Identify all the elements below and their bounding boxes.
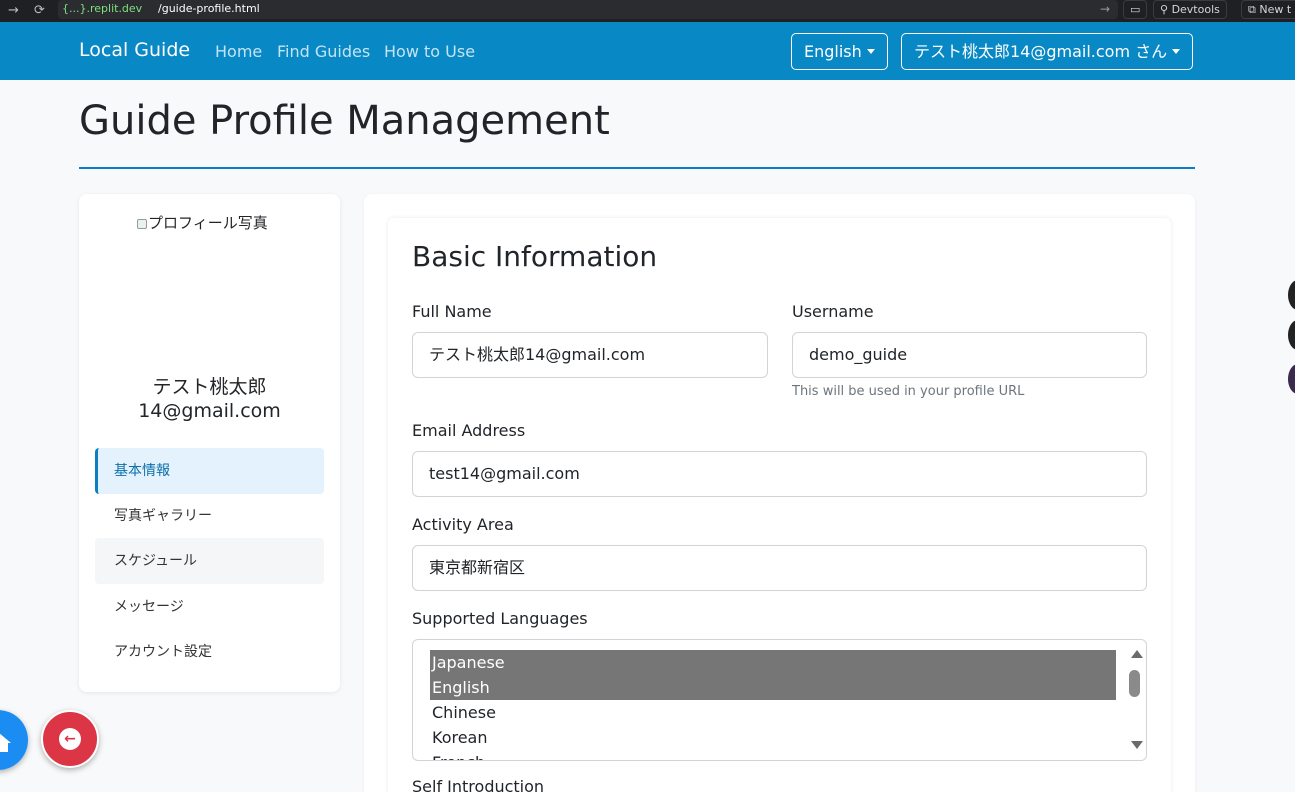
forward-arrow-icon[interactable]: → [8, 3, 19, 18]
screen-icon[interactable]: ▭ [1123, 0, 1147, 19]
brand-link[interactable]: Local Guide [79, 39, 190, 61]
browser-toolbar: → ⟳ {...}.replit.dev /guide-profile.html… [0, 0, 1295, 22]
full-name-label: Full Name [412, 302, 492, 321]
new-tab-button[interactable]: ⧉ New t [1241, 0, 1295, 19]
page-title: Guide Profile Management [79, 98, 610, 144]
email-input[interactable]: test14@gmail.com [412, 451, 1147, 497]
chevron-down-icon [866, 49, 875, 54]
username-help-text: This will be used in your profile URL [792, 384, 1025, 399]
go-arrow-icon[interactable]: → [1100, 2, 1110, 16]
section-title: Basic Information [412, 240, 658, 273]
sidebar-item-schedule[interactable]: スケジュール [95, 538, 324, 584]
arrow-left-icon: ← [59, 728, 81, 750]
languages-scrollbar[interactable] [1126, 640, 1146, 760]
user-dropdown[interactable]: テスト桃太郎14@gmail.com さん [901, 33, 1194, 70]
language-option-japanese[interactable]: Japanese [430, 650, 1116, 675]
email-label: Email Address [412, 421, 526, 440]
url-domain: {...}.replit.dev [62, 2, 143, 15]
url-path: /guide-profile.html [158, 2, 260, 15]
languages-multiselect[interactable]: Japanese English Chinese Korean French [412, 639, 1147, 761]
side-widget-dot[interactable] [1288, 280, 1295, 310]
user-label: テスト桃太郎14@gmail.com さん [914, 42, 1168, 61]
devtools-label: Devtools [1171, 3, 1220, 16]
nav-link-home[interactable]: Home [215, 42, 262, 61]
sidebar-item-photo-gallery[interactable]: 写真ギャラリー [95, 493, 324, 539]
profile-photo-alt: プロフィール写真 [148, 214, 268, 232]
sidebar-item-basic-info[interactable]: 基本情報 [95, 448, 324, 494]
languages-label: Supported Languages [412, 609, 588, 628]
profile-name-line1: テスト桃太郎 [152, 376, 267, 398]
reload-icon[interactable]: ⟳ [34, 3, 45, 18]
language-label: English [804, 42, 862, 61]
activity-area-label: Activity Area [412, 515, 514, 534]
side-widget-dot[interactable] [1288, 320, 1295, 350]
home-icon [0, 733, 11, 752]
full-name-input[interactable]: テスト桃太郎14@gmail.com [412, 332, 768, 378]
profile-name: テスト桃太郎 14@gmail.com [79, 375, 340, 423]
username-label: Username [792, 302, 874, 321]
new-tab-label: New t [1259, 3, 1292, 16]
language-option-french[interactable]: French [430, 750, 1116, 760]
language-option-korean[interactable]: Korean [430, 725, 1116, 750]
sidebar-item-messages[interactable]: メッセージ [95, 584, 324, 630]
sidebar-item-account-settings[interactable]: アカウント設定 [95, 629, 324, 675]
profile-name-line2: 14@gmail.com [138, 400, 281, 422]
nav-link-find-guides[interactable]: Find Guides [277, 42, 370, 61]
self-intro-label: Self Introduction [412, 777, 545, 792]
home-fab-button[interactable] [0, 710, 28, 770]
side-widget-dot[interactable] [1288, 364, 1295, 394]
language-option-english[interactable]: English [430, 675, 1116, 700]
chevron-down-icon [1172, 49, 1181, 54]
top-navbar: Local Guide Home Find Guides How to Use … [0, 22, 1295, 80]
devtools-button[interactable]: ⚲ Devtools [1153, 0, 1227, 19]
scroll-thumb[interactable] [1129, 670, 1140, 697]
language-option-chinese[interactable]: Chinese [430, 700, 1116, 725]
scroll-down-arrow-icon[interactable] [1131, 741, 1143, 749]
profile-photo: プロフィール写真 [137, 212, 268, 233]
title-divider [79, 167, 1195, 169]
back-fab-button[interactable]: ← [41, 710, 99, 768]
activity-area-input[interactable]: 東京都新宿区 [412, 545, 1147, 591]
username-input[interactable]: demo_guide [792, 332, 1147, 378]
language-dropdown[interactable]: English [791, 33, 888, 70]
scroll-up-arrow-icon[interactable] [1131, 650, 1143, 658]
nav-link-how-to-use[interactable]: How to Use [384, 42, 475, 61]
broken-image-icon [137, 219, 147, 229]
profile-sidebar: プロフィール写真 テスト桃太郎 14@gmail.com 基本情報 写真ギャラリ… [79, 194, 340, 692]
